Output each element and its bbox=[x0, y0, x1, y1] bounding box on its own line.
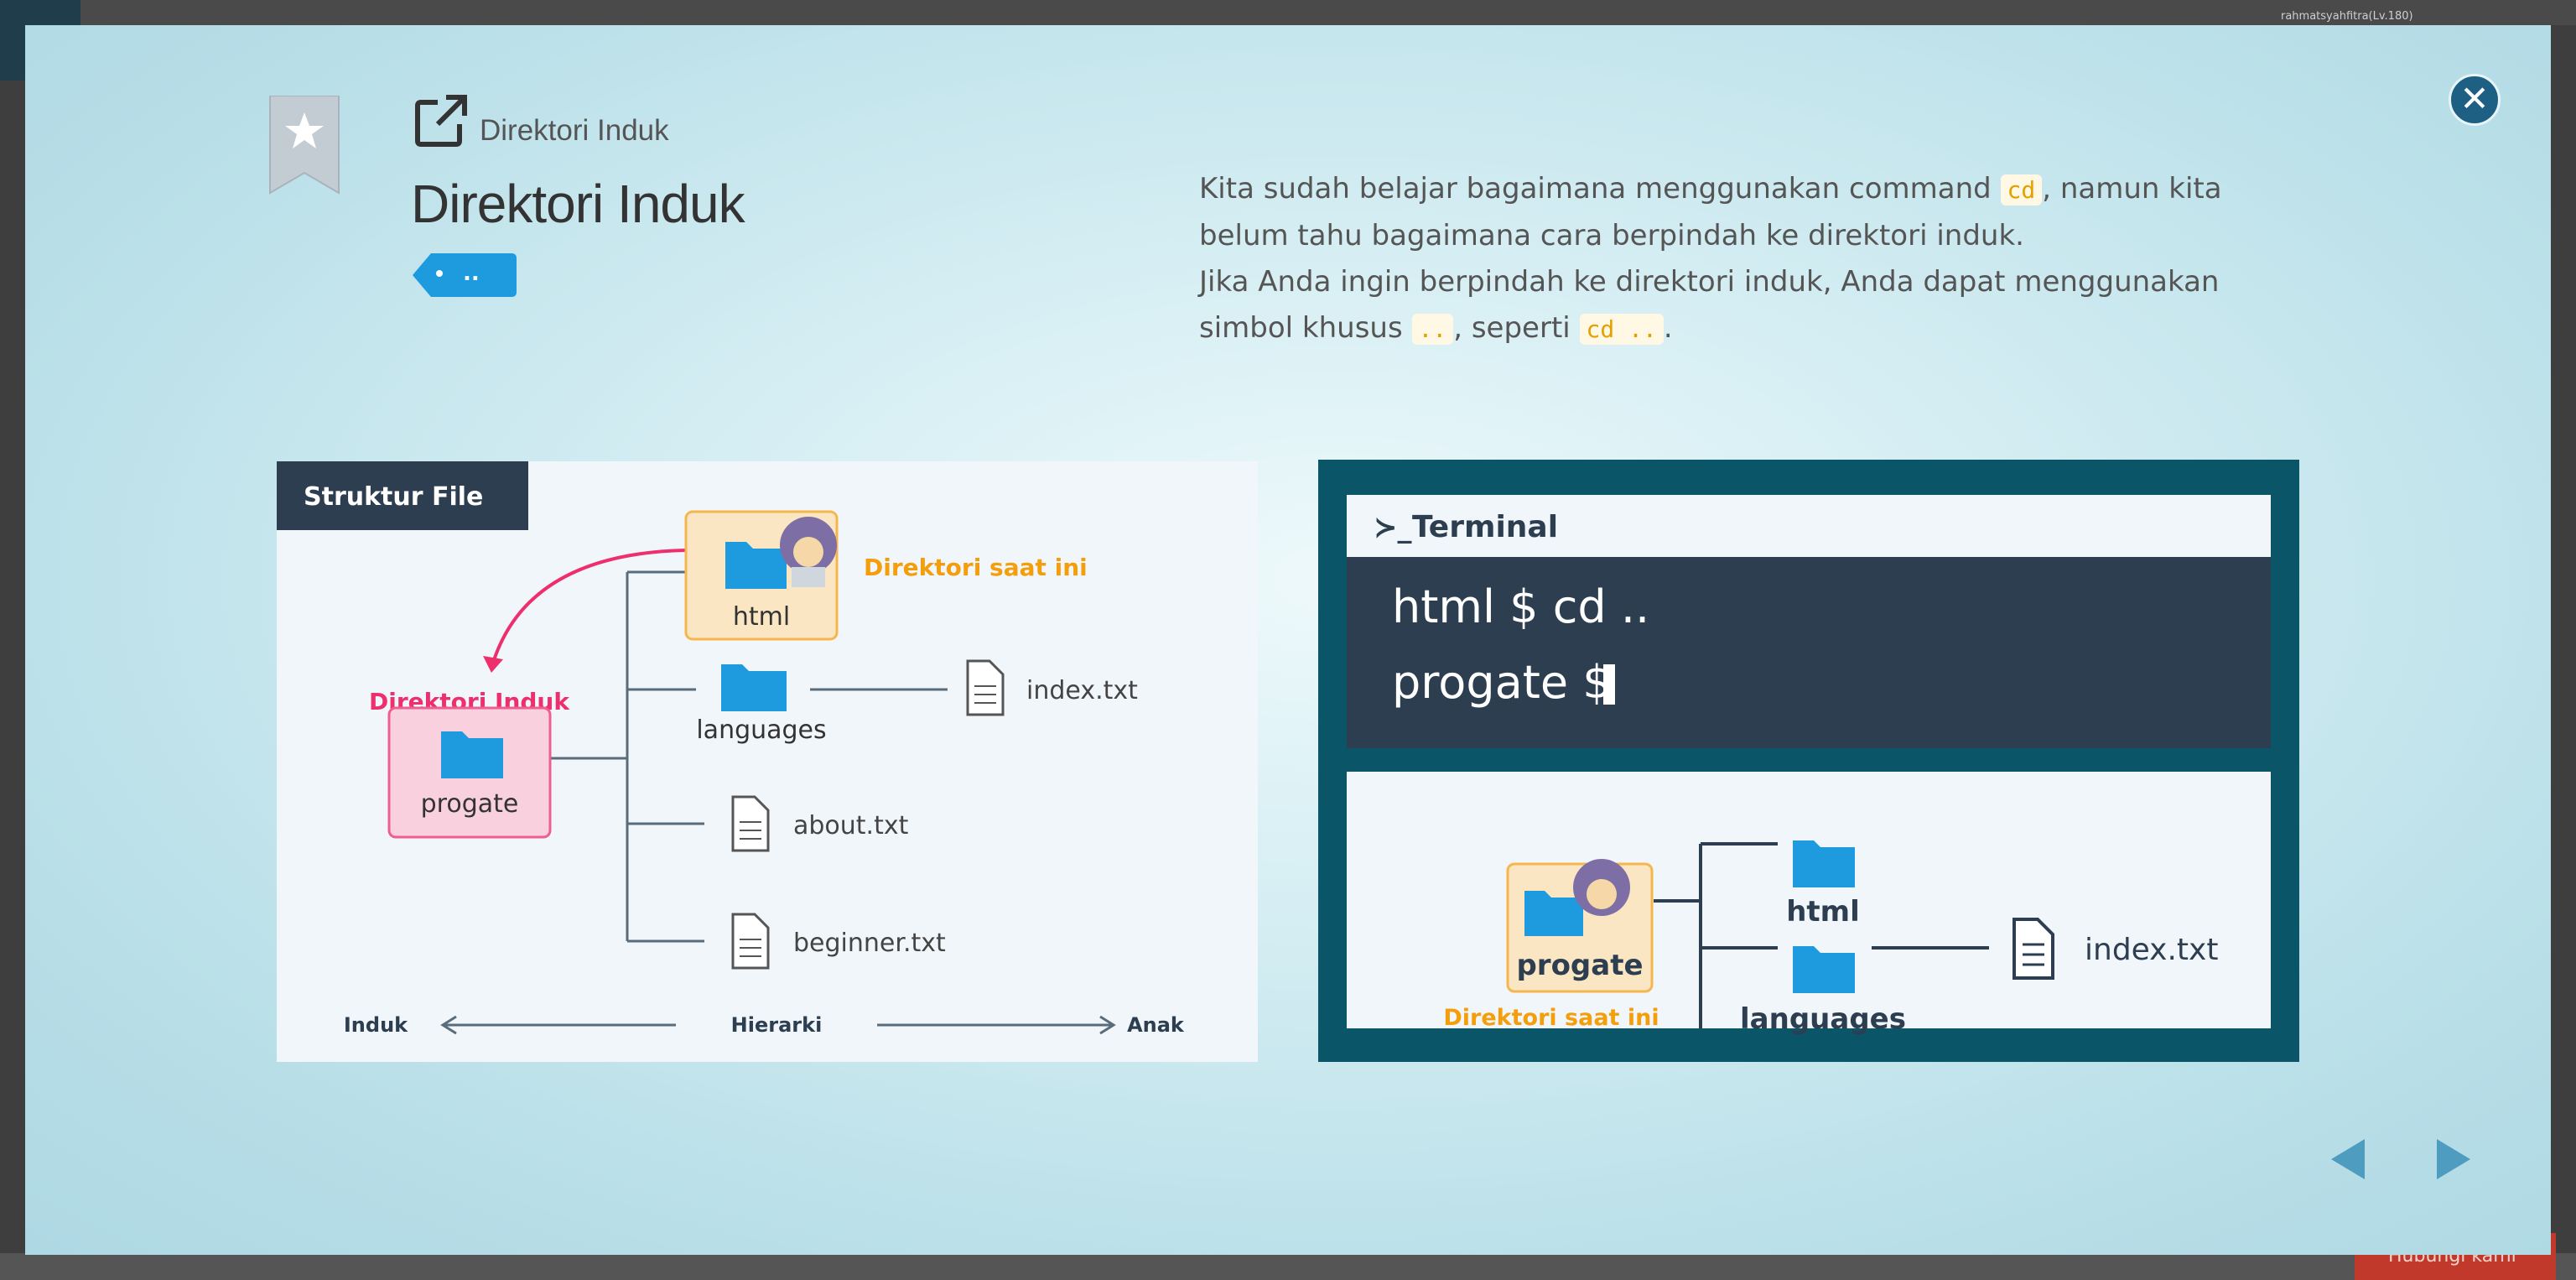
struktur-header: Struktur File bbox=[304, 482, 483, 512]
right-current-dir-label: Direktori saat ini bbox=[1443, 1005, 1659, 1031]
prev-slide-button[interactable] bbox=[2326, 1136, 2373, 1183]
progate-folder-icon bbox=[441, 731, 503, 778]
terminal-prompt-icon: ≻_ bbox=[1374, 511, 1412, 544]
right-languages-label: languages bbox=[1740, 1002, 1906, 1036]
terminal-line-2: progate $ bbox=[1392, 656, 1612, 709]
slide-subtitle: Direktori Induk bbox=[480, 114, 669, 147]
slide-description: Kita sudah belajar bagaimana menggunakan… bbox=[1199, 166, 2306, 352]
beginner-file-label: beginner.txt bbox=[793, 929, 946, 958]
languages-folder-label: languages bbox=[696, 715, 826, 745]
right-progate-folder-icon bbox=[1524, 891, 1583, 936]
file-structure-illustration: Struktur File html Direktori saat ini la… bbox=[277, 461, 1258, 1062]
right-html-folder-icon bbox=[1793, 840, 1855, 887]
languages-folder-icon bbox=[721, 664, 787, 711]
close-button[interactable]: ✕ bbox=[2449, 74, 2501, 126]
index-file-icon bbox=[966, 659, 1005, 716]
terminal-illustration: ≻_ Terminal html $ cd .. progate $ proga… bbox=[1318, 460, 2299, 1062]
terminal-line-1: html $ cd .. bbox=[1392, 580, 1649, 633]
external-link-icon[interactable] bbox=[413, 92, 470, 149]
arrow-right-icon bbox=[2437, 1139, 2470, 1179]
arrow-left-icon bbox=[2331, 1139, 2365, 1179]
progate-folder-label: progate bbox=[421, 789, 519, 819]
right-index-file-label: index.txt bbox=[2085, 933, 2218, 967]
code-dotdot: .. bbox=[1411, 314, 1454, 345]
code-cd-dotdot: cd .. bbox=[1579, 314, 1664, 345]
beginner-file-icon bbox=[731, 913, 770, 970]
bookmark-star-icon[interactable] bbox=[268, 95, 340, 195]
terminal-cursor bbox=[1603, 664, 1615, 705]
right-index-file-icon bbox=[2012, 918, 2054, 980]
about-file-label: about.txt bbox=[793, 811, 909, 840]
right-progate-label: progate bbox=[1516, 949, 1643, 982]
html-folder-icon bbox=[725, 542, 787, 589]
backdrop-top-bar bbox=[0, 0, 2576, 25]
terminal-title: Terminal bbox=[1412, 510, 1558, 544]
tag-badge: .. bbox=[413, 253, 517, 297]
slide-title: Direktori Induk bbox=[411, 174, 745, 234]
description-paragraph-2: Jika Anda ingin berpindah ke direktori i… bbox=[1199, 265, 2220, 345]
about-file-icon bbox=[731, 795, 770, 852]
html-folder-label: html bbox=[733, 602, 790, 632]
description-paragraph-1: Kita sudah belajar bagaimana menggunakan… bbox=[1199, 172, 2222, 252]
next-slide-button[interactable] bbox=[2428, 1136, 2475, 1183]
slide-modal: Direktori Induk Direktori Induk .. Kita … bbox=[25, 25, 2551, 1255]
close-icon: ✕ bbox=[2459, 78, 2490, 119]
index-file-label: index.txt bbox=[1026, 676, 1138, 705]
axis-left-label: Induk bbox=[344, 1013, 408, 1037]
axis-right-label: Anak bbox=[1127, 1013, 1185, 1037]
backdrop-bottom-bar bbox=[0, 1253, 2576, 1280]
axis-middle-label: Hierarki bbox=[731, 1013, 823, 1037]
tag-label: .. bbox=[463, 261, 480, 286]
right-languages-folder-icon bbox=[1793, 946, 1855, 993]
current-dir-label: Direktori saat ini bbox=[864, 554, 1088, 581]
right-html-label: html bbox=[1786, 895, 1860, 929]
backdrop-username: rahmatsyahfitra(Lv.180) bbox=[2281, 10, 2413, 23]
code-cd: cd bbox=[2000, 174, 2043, 206]
